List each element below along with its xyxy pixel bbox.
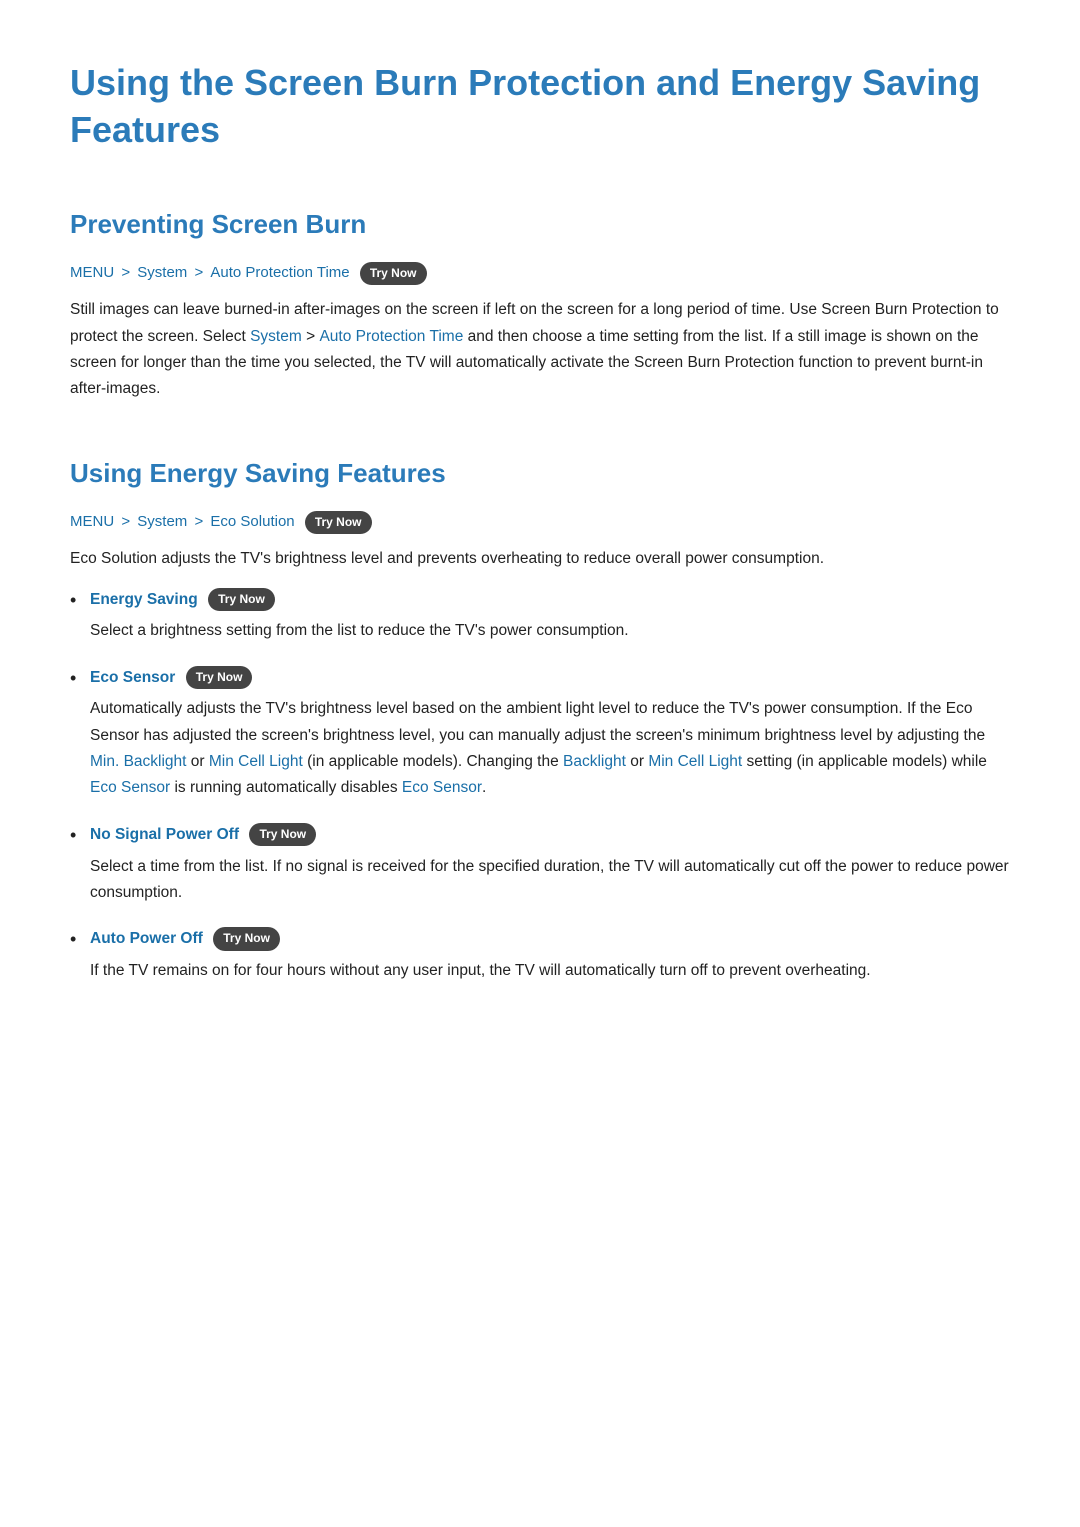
breadcrumb-system-2: System — [137, 513, 187, 530]
bullet-label-no-signal: No Signal Power Off — [90, 826, 239, 843]
try-now-badge-auto-power-off[interactable]: Try Now — [213, 927, 280, 950]
breadcrumb-sep-4: > — [194, 513, 207, 530]
breadcrumb-sep-1: > — [121, 264, 134, 281]
bullet-energy-saving: Energy Saving Try Now Select a brightnes… — [70, 587, 1010, 645]
section-energy-saving-intro: Eco Solution adjusts the TV's brightness… — [70, 546, 1010, 572]
link-auto-protection-time: Auto Protection Time — [319, 328, 463, 345]
bullet-desc-auto-power-off: If the TV remains on for four hours with… — [90, 958, 1010, 984]
breadcrumb-sep-3: > — [121, 513, 134, 530]
bullet-label-auto-power-off: Auto Power Off — [90, 930, 203, 947]
try-now-badge-eco-sensor[interactable]: Try Now — [186, 666, 253, 689]
link-system: System — [250, 328, 302, 345]
link-min-cell-light-1: Min Cell Light — [209, 753, 303, 770]
breadcrumb-eco-solution: Eco Solution — [210, 513, 294, 530]
try-now-badge-eco-solution[interactable]: Try Now — [305, 511, 372, 534]
section-screen-burn-title: Preventing Screen Burn — [70, 204, 1010, 246]
bullet-desc-no-signal: Select a time from the list. If no signa… — [90, 854, 1010, 907]
bullet-label-eco-sensor: Eco Sensor — [90, 669, 175, 686]
breadcrumb-system: System — [137, 264, 187, 281]
bullet-desc-energy-saving: Select a brightness setting from the lis… — [90, 618, 1010, 644]
energy-saving-bullets: Energy Saving Try Now Select a brightnes… — [70, 587, 1010, 985]
try-now-badge-auto-protection[interactable]: Try Now — [360, 262, 427, 285]
section-screen-burn-body: Still images can leave burned-in after-i… — [70, 297, 1010, 402]
section-energy-saving: Using Energy Saving Features MENU > Syst… — [70, 453, 1010, 985]
bullet-auto-power-off: Auto Power Off Try Now If the TV remains… — [70, 926, 1010, 984]
breadcrumb-screen-burn: MENU > System > Auto Protection Time Try… — [70, 261, 1010, 285]
bullet-label-energy-saving: Energy Saving — [90, 591, 198, 608]
bullet-eco-sensor: Eco Sensor Try Now Automatically adjusts… — [70, 665, 1010, 802]
breadcrumb-menu-2: MENU — [70, 513, 114, 530]
try-now-badge-no-signal[interactable]: Try Now — [249, 823, 316, 846]
section-screen-burn: Preventing Screen Burn MENU > System > A… — [70, 204, 1010, 403]
link-min-backlight: Min. Backlight — [90, 753, 186, 770]
link-backlight: Backlight — [563, 753, 626, 770]
link-eco-sensor-1: Eco Sensor — [90, 779, 170, 796]
link-eco-sensor-2: Eco Sensor — [402, 779, 482, 796]
link-min-cell-light-2: Min Cell Light — [648, 753, 742, 770]
bullet-no-signal-power-off: No Signal Power Off Try Now Select a tim… — [70, 822, 1010, 906]
breadcrumb-energy-saving: MENU > System > Eco Solution Try Now — [70, 510, 1010, 534]
try-now-badge-energy-saving[interactable]: Try Now — [208, 588, 275, 611]
breadcrumb-menu: MENU — [70, 264, 114, 281]
breadcrumb-sep-2: > — [194, 264, 207, 281]
page-title: Using the Screen Burn Protection and Ene… — [70, 60, 1010, 154]
section-energy-saving-title: Using Energy Saving Features — [70, 453, 1010, 495]
breadcrumb-auto-protection-time: Auto Protection Time — [210, 264, 349, 281]
bullet-desc-eco-sensor: Automatically adjusts the TV's brightnes… — [90, 696, 1010, 801]
